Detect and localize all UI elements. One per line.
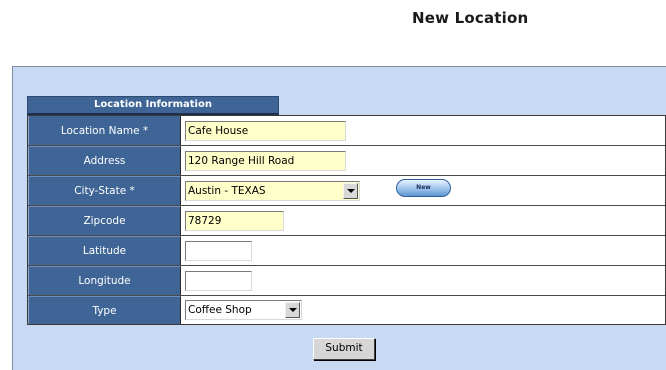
section-title: Location Information	[27, 96, 279, 115]
type-select[interactable]: Coffee Shop	[185, 300, 302, 320]
zipcode-input[interactable]: 78729	[185, 211, 284, 231]
address-input[interactable]: 120 Range Hill Road	[185, 151, 346, 171]
submit-button[interactable]: Submit	[313, 338, 375, 360]
form-row-address: Address 120 Range Hill Road	[28, 146, 665, 176]
type-label: Type	[28, 296, 181, 324]
city-state-label: City-State *	[28, 176, 181, 205]
latitude-label: Latitude	[28, 236, 181, 265]
zipcode-label: Zipcode	[28, 206, 181, 235]
chevron-down-icon[interactable]	[343, 183, 358, 199]
city-state-value: Austin - TEXAS	[188, 185, 266, 197]
longitude-label: Longitude	[28, 266, 181, 295]
city-state-select[interactable]: Austin - TEXAS	[185, 181, 360, 201]
form-row-location-name: Location Name * Cafe House	[28, 116, 665, 146]
form-row-city-state: City-State * Austin - TEXAS New	[28, 176, 665, 206]
form-row-type: Type Coffee Shop	[28, 296, 665, 324]
form-row-zipcode: Zipcode 78729	[28, 206, 665, 236]
new-city-button[interactable]: New	[396, 179, 451, 197]
location-name-label: Location Name *	[28, 116, 181, 145]
location-form: Location Name * Cafe House Address 120 R…	[27, 115, 666, 325]
latitude-input[interactable]	[185, 241, 252, 261]
form-row-latitude: Latitude	[28, 236, 665, 266]
chevron-down-icon[interactable]	[285, 302, 300, 318]
page-header: New Location	[0, 0, 666, 66]
address-label: Address	[28, 146, 181, 175]
type-value: Coffee Shop	[188, 304, 252, 316]
form-row-longitude: Longitude	[28, 266, 665, 296]
location-name-input[interactable]: Cafe House	[185, 121, 346, 141]
page-title: New Location	[412, 9, 529, 27]
longitude-input[interactable]	[185, 271, 252, 291]
